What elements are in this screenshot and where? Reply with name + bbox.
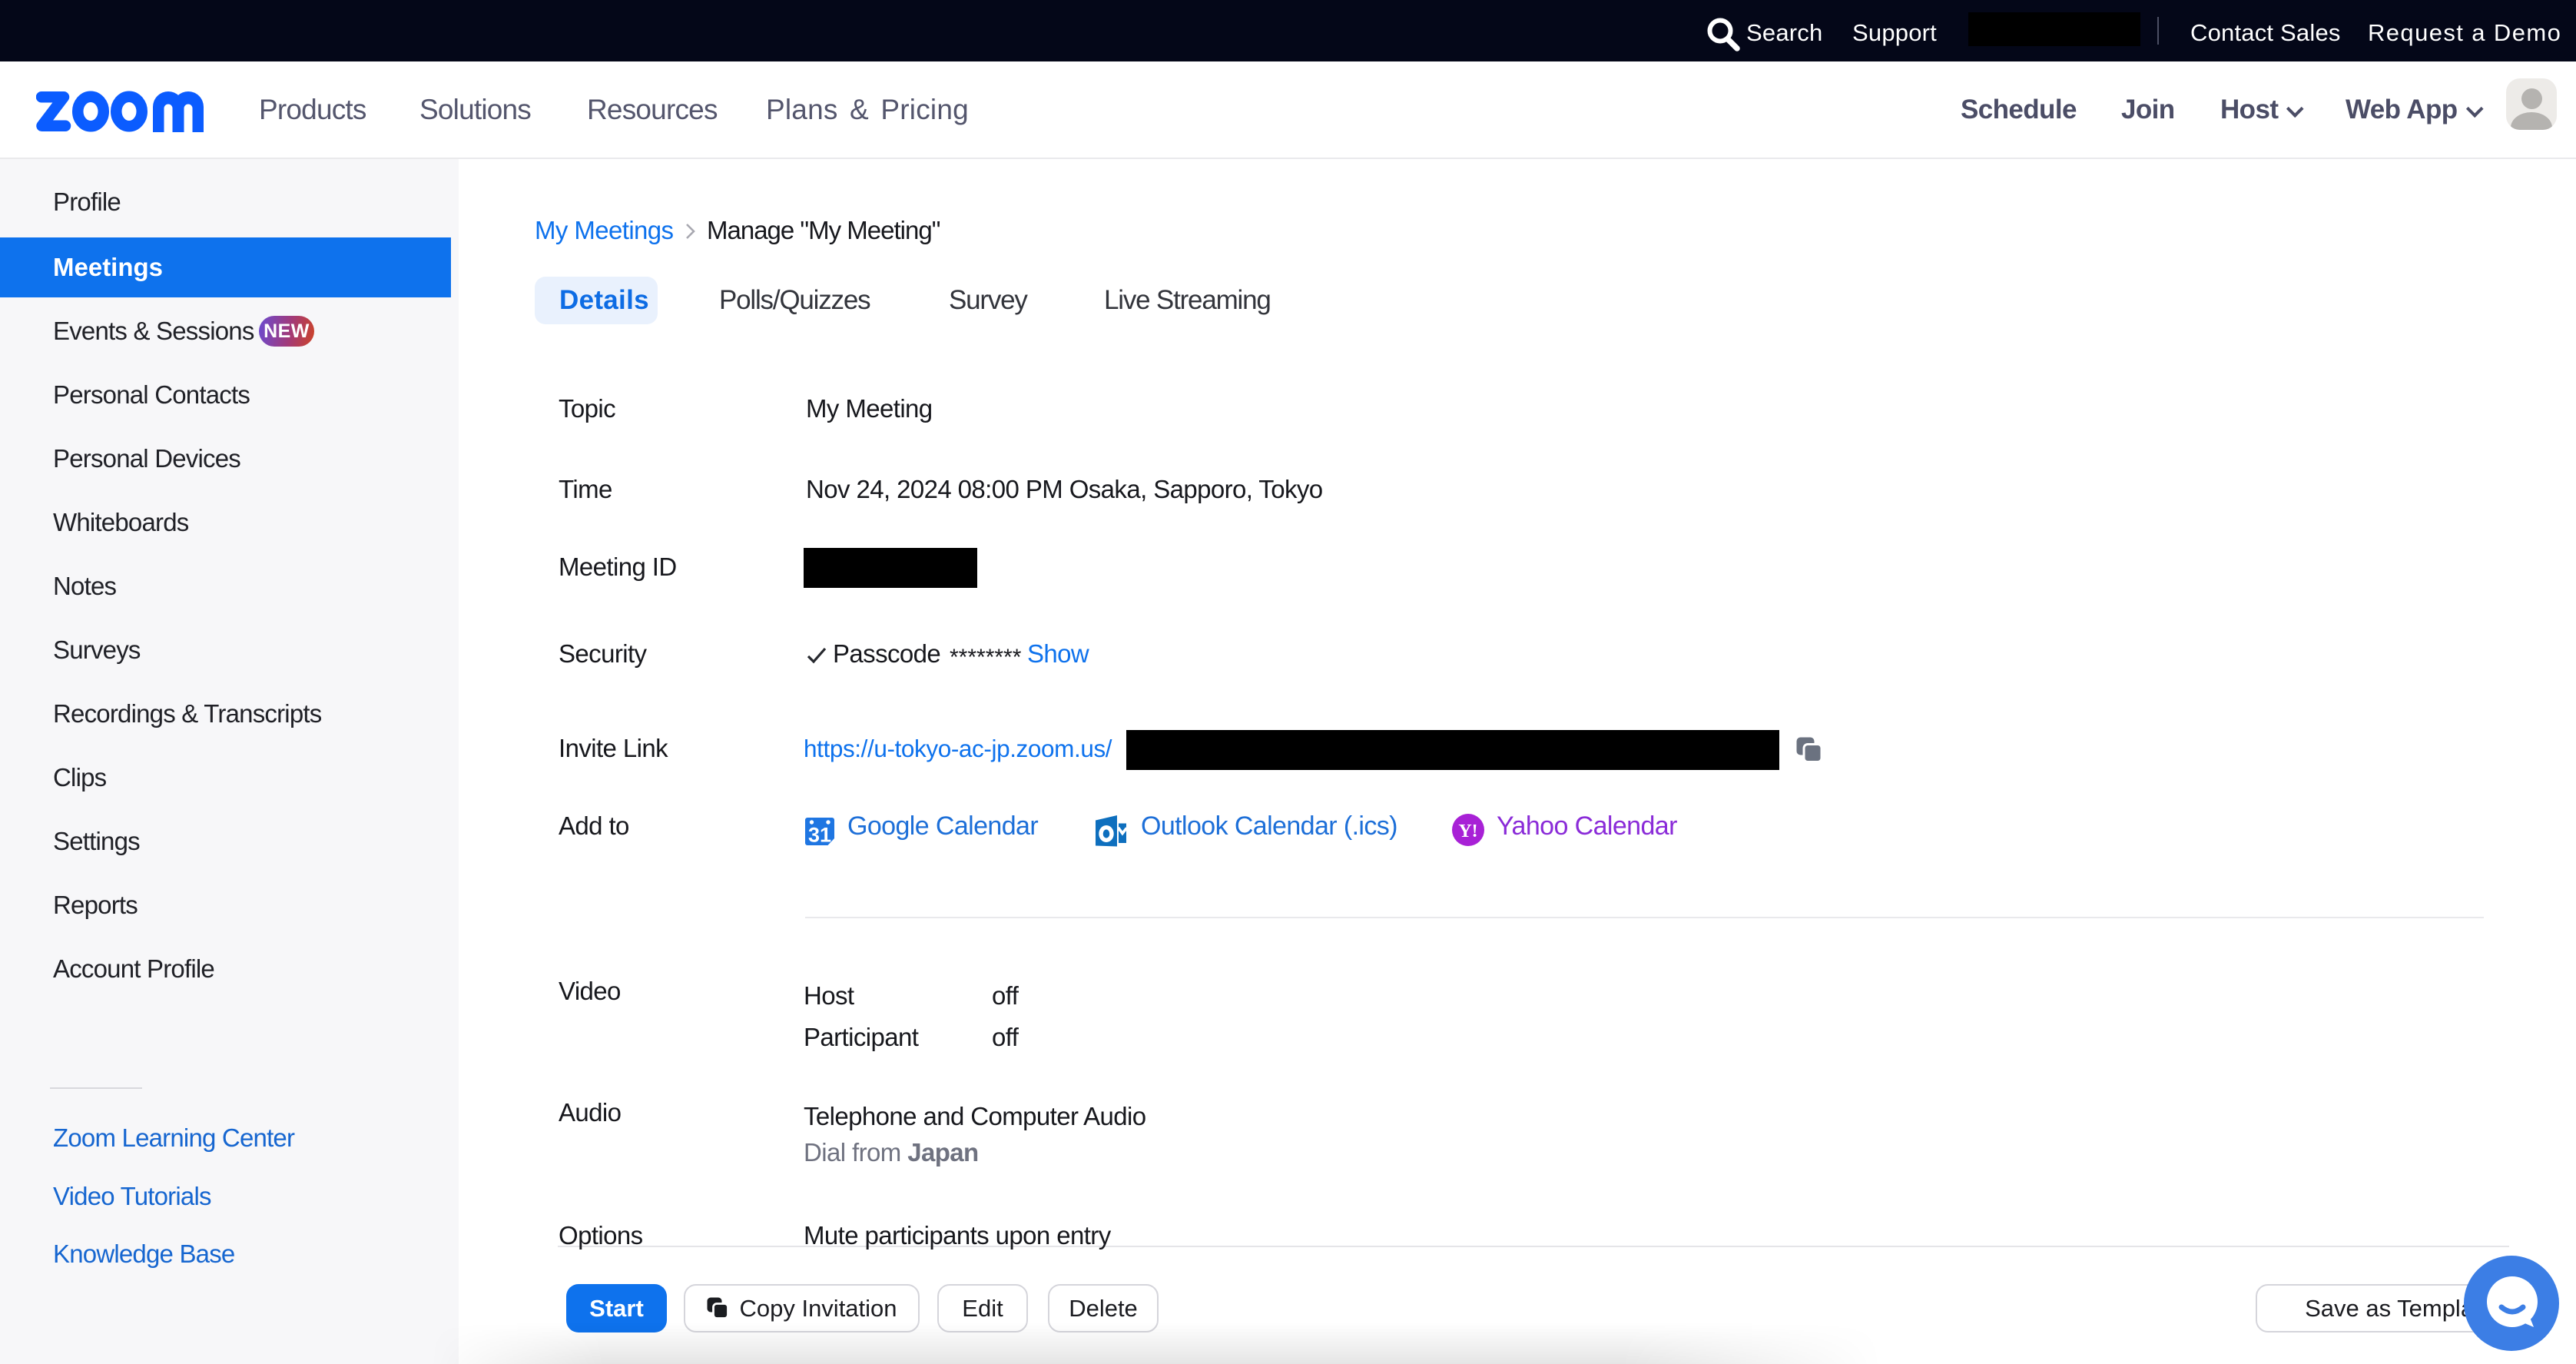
svg-text:Y!: Y! bbox=[1458, 821, 1477, 841]
svg-text:31: 31 bbox=[808, 824, 831, 846]
